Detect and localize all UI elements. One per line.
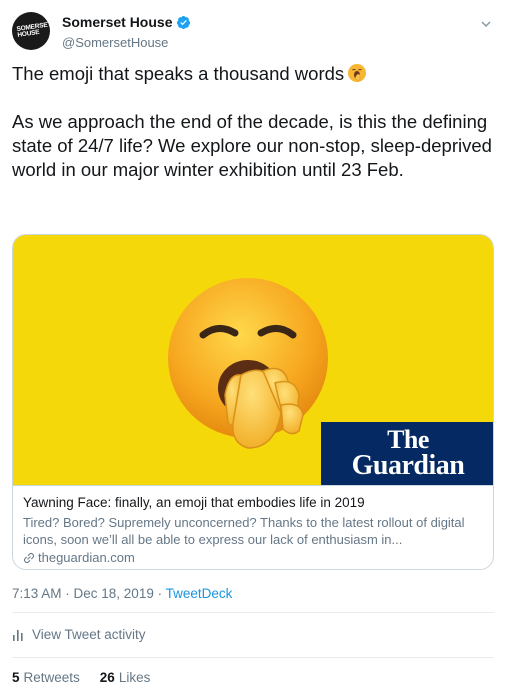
card-body[interactable]: Yawning Face: finally, an emoji that emb… [13, 485, 493, 569]
tweet-stats: 5 Retweets 26 Likes [12, 670, 170, 685]
likes-count[interactable]: 26 [100, 670, 115, 685]
verified-badge-icon [177, 15, 191, 29]
tweet-text: The emoji that speaks a thousand words A… [12, 62, 494, 206]
view-activity-label[interactable]: View Tweet activity [32, 627, 146, 642]
guardian-logo: The Guardian [321, 422, 493, 485]
avatar-logo: SOMERSET HOUSE [16, 21, 50, 39]
divider [12, 612, 494, 613]
yawning-face-icon [168, 278, 328, 449]
card-image[interactable]: The Guardian [13, 235, 493, 485]
author-display-name-text[interactable]: Somerset House [62, 14, 172, 30]
divider [12, 657, 494, 658]
tweet-header: SOMERSET HOUSE Somerset House @SomersetH… [12, 8, 494, 56]
tweet-meta: 7:13 AM · Dec 18, 2019 · TweetDeck [12, 586, 232, 601]
likes-stat[interactable]: 26 Likes [100, 670, 151, 685]
bar-chart-icon [13, 629, 23, 641]
tweet-text-line2: As we approach the end of the decade, is… [12, 111, 492, 180]
tweet-text-line1-content: The emoji that speaks a thousand words [12, 63, 345, 84]
card-description: Tired? Bored? Supremely unconcerned? Tha… [23, 515, 465, 547]
avatar[interactable]: SOMERSET HOUSE [12, 12, 50, 50]
tweet-text-line1: The emoji that speaks a thousand words [12, 62, 494, 86]
view-activity-link[interactable]: View Tweet activity [12, 627, 146, 642]
likes-label[interactable]: Likes [119, 670, 151, 685]
link-icon [23, 552, 35, 564]
card-domain-text[interactable]: theguardian.com [38, 549, 135, 567]
guardian-logo-line1: The [387, 425, 429, 454]
chevron-down-icon[interactable] [480, 18, 492, 30]
retweets-label[interactable]: Retweets [24, 670, 80, 685]
retweets-count[interactable]: 5 [12, 670, 20, 685]
guardian-logo-line2: Guardian [351, 450, 465, 481]
author-names: Somerset House @SomersetHouse [62, 14, 191, 50]
author-display-name[interactable]: Somerset House [62, 14, 191, 30]
link-card[interactable]: The Guardian Yawning Face: finally, an e… [12, 234, 494, 570]
tweet-timestamp[interactable]: 7:13 AM · Dec 18, 2019 · [12, 586, 166, 601]
retweets-stat[interactable]: 5 Retweets [12, 670, 80, 685]
author-handle[interactable]: @SomersetHouse [62, 35, 191, 50]
card-title[interactable]: Yawning Face: finally, an emoji that emb… [23, 494, 485, 512]
card-domain[interactable]: theguardian.com [23, 549, 485, 567]
tweet-source-link[interactable]: TweetDeck [166, 586, 233, 601]
yawning-face-icon [348, 64, 367, 82]
